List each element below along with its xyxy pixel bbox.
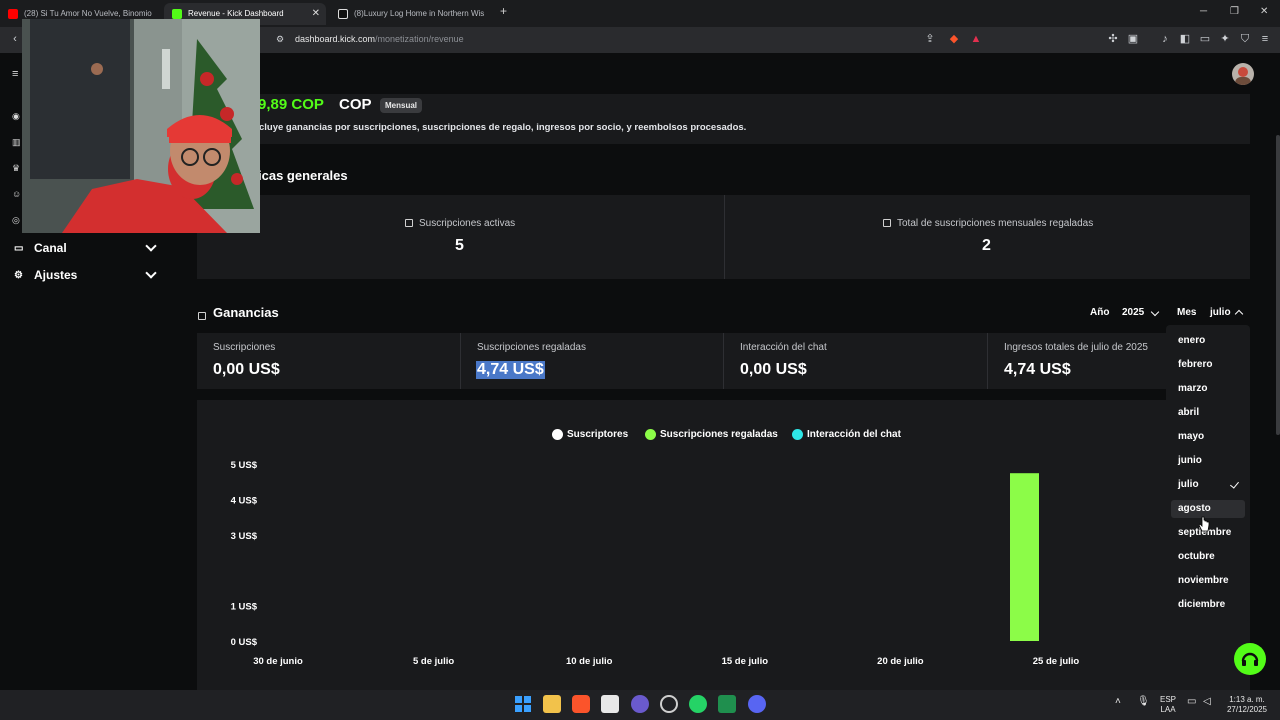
month-option-febrero[interactable]: febrero: [1171, 356, 1245, 374]
file-explorer-icon[interactable]: [543, 695, 561, 713]
brave-browser-icon[interactable]: [572, 695, 590, 713]
support-chat-button[interactable]: [1234, 643, 1266, 675]
month-option-octubre[interactable]: octubre: [1171, 548, 1245, 566]
streamer-webcam-image: [22, 19, 260, 233]
month-option-label: octubre: [1178, 551, 1215, 562]
y-tick-label: 0 US$: [231, 637, 258, 648]
month-option-label: marzo: [1178, 383, 1208, 394]
network-icon[interactable]: ▭: [1187, 697, 1196, 707]
month-option-label: julio: [1178, 479, 1199, 490]
webcam-overlay: [22, 19, 260, 233]
month-option-label: enero: [1178, 335, 1206, 346]
y-tick-label: 3 US$: [231, 531, 258, 542]
x-tick-label: 30 de junio: [253, 656, 303, 667]
checkmark-icon: [1230, 479, 1239, 489]
openai-icon[interactable]: [660, 695, 678, 713]
x-tick-label: 20 de julio: [877, 656, 924, 667]
month-option-label: junio: [1178, 455, 1202, 466]
month-option-junio[interactable]: junio: [1171, 452, 1245, 470]
scrollbar-thumb[interactable]: [1276, 135, 1280, 435]
month-option-marzo[interactable]: marzo: [1171, 380, 1245, 398]
bar-gifted-subs[interactable]: [1010, 473, 1039, 641]
y-tick-label: 5 US$: [231, 460, 258, 471]
month-option-label: noviembre: [1178, 575, 1229, 586]
y-tick-label: 4 US$: [231, 495, 258, 506]
month-option-label: diciembre: [1178, 599, 1226, 610]
month-option-mayo[interactable]: mayo: [1171, 428, 1245, 446]
y-tick-label: 1 US$: [231, 602, 258, 613]
volume-icon[interactable]: ◁: [1203, 697, 1211, 707]
chevron-up-icon[interactable]: ˄: [1115, 697, 1121, 707]
x-tick-label: 25 de julio: [1033, 656, 1080, 667]
microphone-icon[interactable]: 🎙: [1137, 697, 1150, 707]
month-option-enero[interactable]: enero: [1171, 332, 1245, 350]
spreadsheet-icon[interactable]: [718, 695, 736, 713]
month-option-label: febrero: [1178, 359, 1213, 370]
x-tick-label: 10 de julio: [566, 656, 613, 667]
mouse-cursor-icon: [1199, 516, 1210, 532]
clock[interactable]: 1:13 a. m. 27/12/2025: [1222, 695, 1272, 715]
month-option-diciembre[interactable]: diciembre: [1171, 596, 1245, 614]
month-dropdown-menu: enero febrero marzo abril mayo junio julio agos…: [1166, 325, 1250, 621]
whatsapp-icon[interactable]: [689, 695, 707, 713]
windows-start-icon[interactable]: [514, 695, 532, 713]
month-option-noviembre[interactable]: noviembre: [1171, 572, 1245, 590]
discord-icon[interactable]: [748, 695, 766, 713]
store-icon[interactable]: [601, 695, 619, 713]
headset-icon: [1241, 652, 1259, 666]
month-option-abril[interactable]: abril: [1171, 404, 1245, 422]
month-option-label: agosto: [1178, 503, 1211, 514]
month-option-label: abril: [1178, 407, 1200, 418]
game-icon[interactable]: [631, 695, 649, 713]
x-tick-label: 15 de julio: [722, 656, 769, 667]
x-tick-label: 5 de julio: [413, 656, 454, 667]
month-option-julio[interactable]: julio: [1171, 476, 1245, 494]
month-option-label: mayo: [1178, 431, 1205, 442]
language-indicator[interactable]: ESP LAA: [1156, 695, 1180, 715]
